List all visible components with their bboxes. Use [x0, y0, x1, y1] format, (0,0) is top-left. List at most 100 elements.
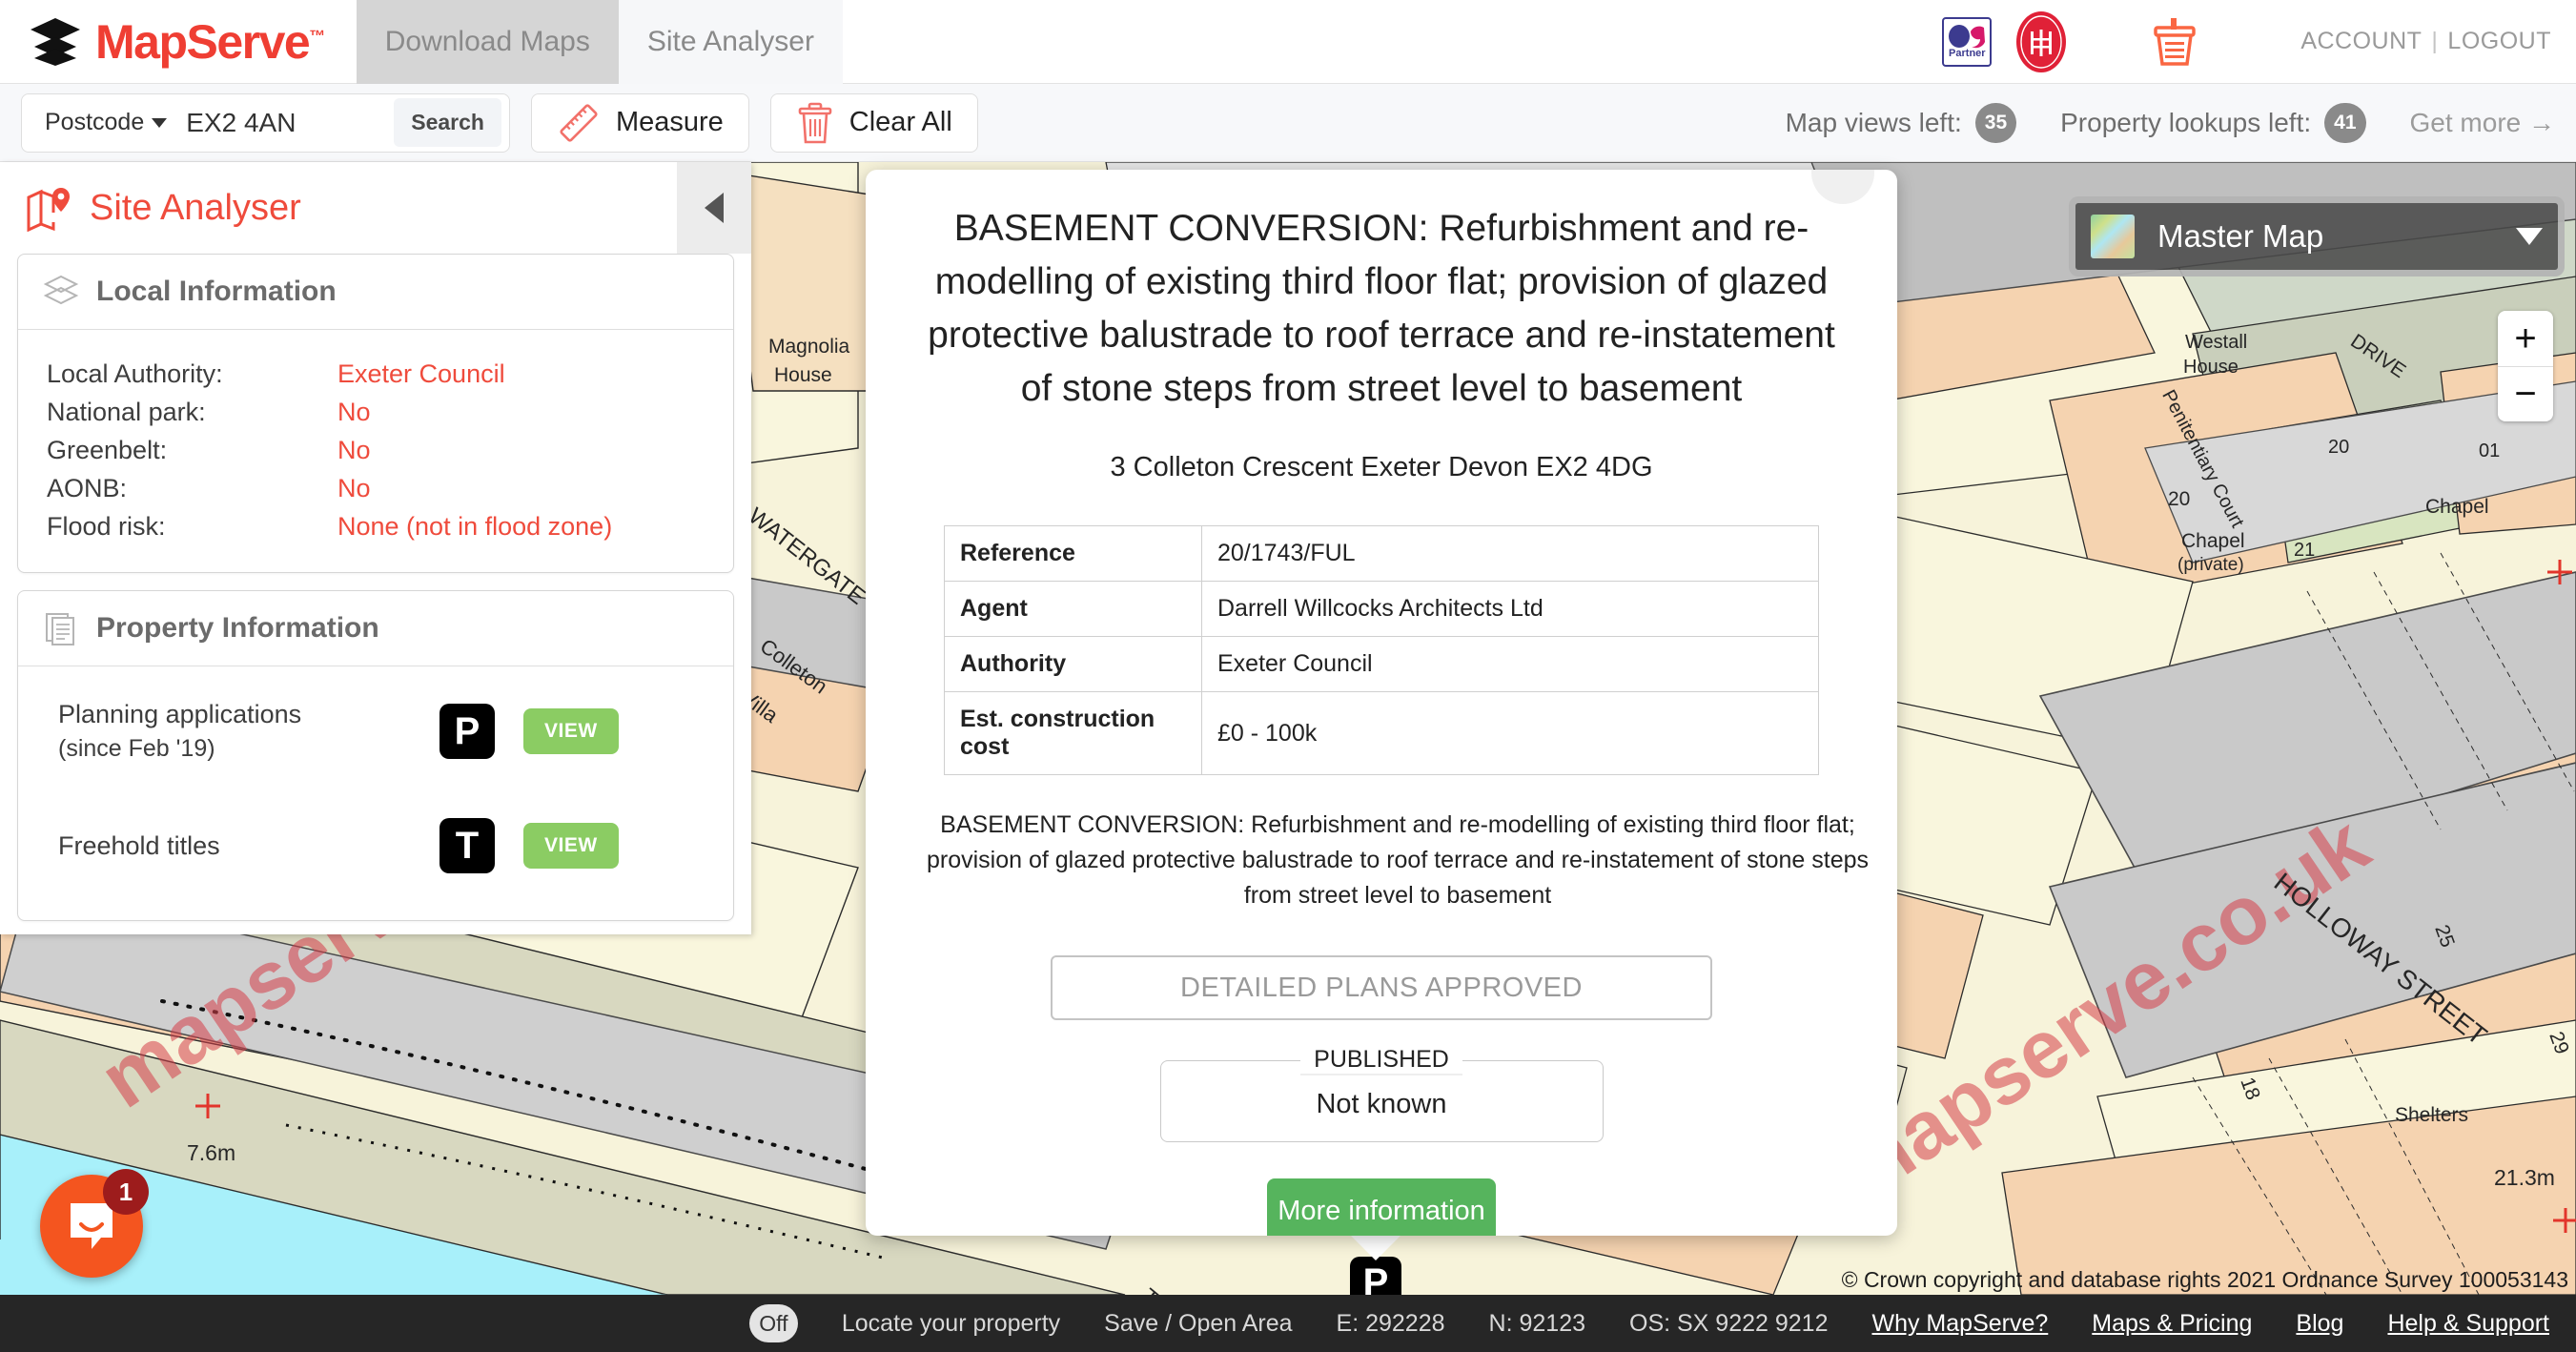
- status-bar-links: Why MapServe? Maps & Pricing Blog Help &…: [1828, 1310, 2576, 1338]
- modal-title: BASEMENT CONVERSION: Refurbishment and r…: [928, 208, 1835, 409]
- layers-logo-icon: [31, 18, 80, 66]
- document-icon: [46, 613, 74, 645]
- property-row-sublabel: (since Feb '19): [58, 735, 215, 762]
- local-info-value: No: [337, 474, 371, 502]
- property-row-label: Planning applications: [58, 700, 302, 728]
- map-zoom-control: + −: [2498, 311, 2553, 421]
- property-lookups-count: 41: [2324, 102, 2366, 143]
- planning-map-marker[interactable]: P: [1350, 1257, 1401, 1295]
- maps-pricing-link[interactable]: Maps & Pricing: [2092, 1310, 2252, 1338]
- property-information-card: Property Information Planning applicatio…: [17, 590, 734, 921]
- os-logo-icon: [1949, 25, 1986, 49]
- tab-site-analyser[interactable]: Site Analyser: [618, 0, 843, 84]
- basket-icon[interactable]: [2150, 16, 2199, 68]
- modal-address: 3 Colleton Crescent Exeter Devon EX2 4DG: [1110, 452, 1653, 482]
- local-info-row: AONB: No: [47, 469, 705, 507]
- trash-icon: [798, 102, 832, 143]
- local-info-key: Local Authority:: [47, 359, 223, 388]
- tab-download-maps-label: Download Maps: [384, 26, 590, 57]
- usage-counters: Map views left: 35 Property lookups left…: [1786, 102, 2555, 143]
- map-layer-selector[interactable]: Master Map: [2069, 196, 2565, 277]
- save-open-area-link[interactable]: Save / Open Area: [1104, 1310, 1292, 1338]
- tab-download-maps[interactable]: Download Maps: [356, 0, 619, 84]
- os-partner-label: Partner: [1949, 48, 1986, 59]
- chevron-down-icon: [2516, 228, 2543, 245]
- table-row: Agent Darrell Willcocks Architects Ltd: [944, 581, 1819, 637]
- search-group: Postcode Search: [21, 92, 510, 153]
- os-grid-value: OS: SX 9222 9212: [1629, 1309, 1829, 1337]
- search-button[interactable]: Search: [394, 98, 501, 147]
- modal-details-table: Reference 20/1743/FUL Agent Darrell Will…: [944, 525, 1819, 775]
- logout-link[interactable]: LOGOUT: [2447, 28, 2551, 54]
- layer-name-label: Master Map: [2157, 218, 2324, 254]
- local-info-key: AONB:: [47, 474, 128, 502]
- property-row-label: Freehold titles: [58, 831, 220, 860]
- published-value: Not known: [1316, 1089, 1447, 1119]
- chat-launcher-button[interactable]: 1: [40, 1169, 149, 1278]
- locate-property-label[interactable]: Locate your property: [842, 1310, 1060, 1338]
- map-pin-icon: [27, 188, 70, 232]
- chevron-left-icon: [705, 193, 724, 223]
- chevron-down-icon: [152, 117, 168, 128]
- table-row: Authority Exeter Council: [944, 636, 1819, 692]
- layer-thumbnail-icon: [2091, 215, 2135, 258]
- brand-logo-group[interactable]: MapServe™: [0, 0, 357, 84]
- property-lookups-label: Property lookups left:: [2060, 107, 2312, 137]
- measure-label: Measure: [615, 107, 724, 137]
- property-information-title: Property Information: [96, 612, 379, 644]
- local-info-key: Flood risk:: [47, 512, 166, 541]
- app-root: MapServe™ Download Maps Site Analyser Pa…: [0, 0, 2576, 1352]
- search-input[interactable]: [186, 107, 387, 138]
- get-more-link[interactable]: Get more →: [2410, 108, 2555, 138]
- search-toolbar: Postcode Search Measure: [0, 84, 2576, 162]
- header-right-group: Partner ACCOUNT | LOGOUT: [1942, 0, 2576, 83]
- map-views-counter: Map views left: 35: [1786, 102, 2017, 143]
- view-planning-button[interactable]: VIEW: [523, 708, 619, 754]
- zoom-in-button[interactable]: +: [2498, 311, 2553, 366]
- clear-all-label: Clear All: [848, 107, 952, 137]
- zoom-out-button[interactable]: −: [2498, 366, 2553, 421]
- why-mapserve-link[interactable]: Why MapServe?: [1871, 1310, 2048, 1338]
- property-row-freehold: Freehold titles T VIEW: [47, 789, 705, 903]
- help-support-link[interactable]: Help & Support: [2387, 1310, 2549, 1338]
- table-cell-key: Est. construction cost: [944, 691, 1202, 775]
- close-icon[interactable]: [1811, 170, 1874, 204]
- titles-badge-icon: T: [440, 818, 495, 873]
- table-cell-value: 20/1743/FUL: [1201, 525, 1819, 582]
- table-row: Est. construction cost £0 - 100k: [944, 691, 1819, 775]
- local-info-value: No: [337, 398, 371, 426]
- table-cell-key: Agent: [944, 581, 1202, 637]
- site-analyser-header: Site Analyser: [0, 162, 751, 254]
- panel-collapse-button[interactable]: [677, 162, 751, 254]
- locate-toggle[interactable]: Off: [749, 1304, 798, 1342]
- status-bar: Off Locate your property Save / Open Are…: [0, 1295, 2576, 1352]
- clear-all-button[interactable]: Clear All: [769, 92, 978, 153]
- chat-unread-badge: 1: [103, 1169, 149, 1215]
- published-legend: PUBLISHED: [1300, 1046, 1462, 1075]
- local-information-title: Local Information: [96, 276, 337, 307]
- table-cell-value: £0 - 100k: [1201, 691, 1819, 775]
- local-info-key: National park:: [47, 398, 206, 426]
- get-more-label: Get more →: [2409, 107, 2555, 137]
- property-row-label-group: Planning applications (since Feb '19): [58, 697, 440, 766]
- map-copyright: © Crown copyright and database rights 20…: [1841, 1267, 2568, 1292]
- ruler-icon: [560, 103, 598, 142]
- local-information-card: Local Information Local Authority: Exete…: [17, 254, 734, 573]
- modal-description: BASEMENT CONVERSION: Refurbishment and r…: [926, 811, 1870, 909]
- measure-button[interactable]: Measure: [530, 92, 749, 153]
- blog-link[interactable]: Blog: [2296, 1310, 2343, 1338]
- local-info-row: Flood risk: None (not in flood zone): [47, 507, 705, 545]
- header-spacer: [843, 0, 1942, 83]
- account-link[interactable]: ACCOUNT: [2300, 28, 2422, 54]
- more-information-button[interactable]: More information: [1267, 1178, 1496, 1236]
- local-information-header: Local Information: [18, 255, 733, 330]
- view-freehold-button[interactable]: VIEW: [523, 823, 619, 869]
- table-row: Reference 20/1743/FUL: [944, 525, 1819, 582]
- local-info-key: Greenbelt:: [47, 436, 168, 464]
- search-type-dropdown[interactable]: Postcode: [22, 109, 186, 136]
- site-analyser-title: Site Analyser: [90, 187, 301, 228]
- search-button-label: Search: [411, 110, 484, 134]
- table-cell-value: Darrell Willcocks Architects Ltd: [1201, 581, 1819, 637]
- app-header: MapServe™ Download Maps Site Analyser Pa…: [0, 0, 2576, 84]
- brand-tm: ™: [309, 27, 325, 46]
